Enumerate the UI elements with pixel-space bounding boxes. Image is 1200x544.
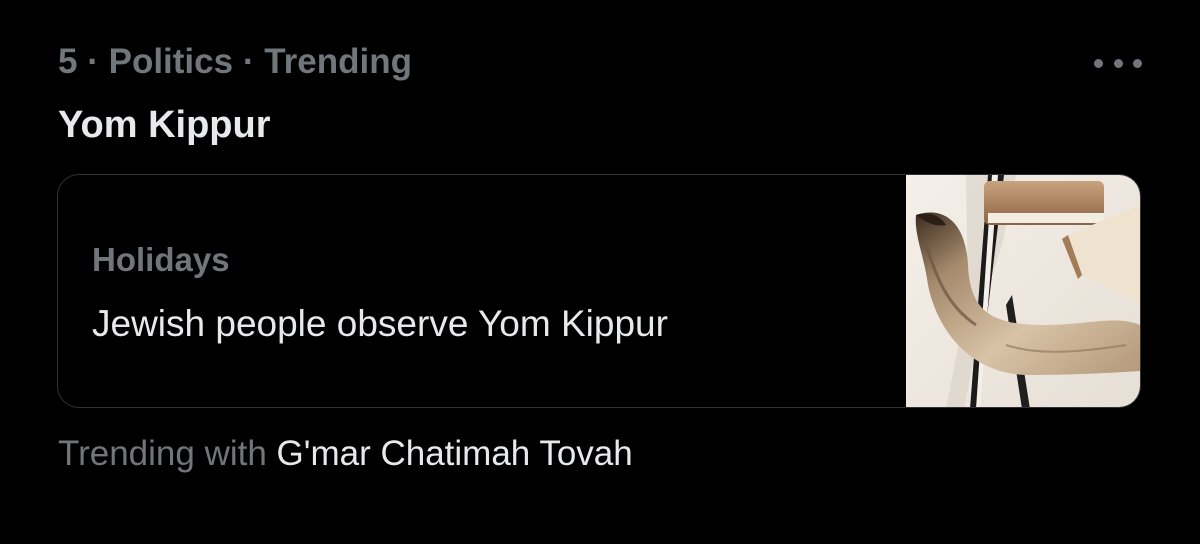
ellipsis-dot [1133,58,1142,68]
meta-separator: · [242,42,255,81]
trend-status: Trending [264,42,412,81]
related-trend-link[interactable]: G'mar Chatimah Tovah [277,434,633,473]
trend-meta: 5 · Politics · Trending [58,42,412,82]
ellipsis-icon[interactable] [1094,56,1142,70]
trending-with: Trending with G'mar Chatimah Tovah [58,434,633,474]
event-card[interactable]: Holidays Jewish people observe Yom Kippu… [57,174,1141,408]
card-headline: Jewish people observe Yom Kippur [92,303,668,344]
trend-rank: 5 [58,42,78,81]
trending-with-label: Trending with [58,434,267,473]
trend-category: Politics [108,42,234,81]
trend-title: Yom Kippur [58,104,271,146]
meta-separator: · [87,42,99,81]
ellipsis-dot [1094,58,1103,68]
card-category: Holidays [92,241,230,278]
trend-item[interactable]: 5 · Politics · Trending Yom Kippur Holid… [0,0,1200,544]
ellipsis-dot [1113,58,1123,68]
shofar-image [906,175,1140,407]
